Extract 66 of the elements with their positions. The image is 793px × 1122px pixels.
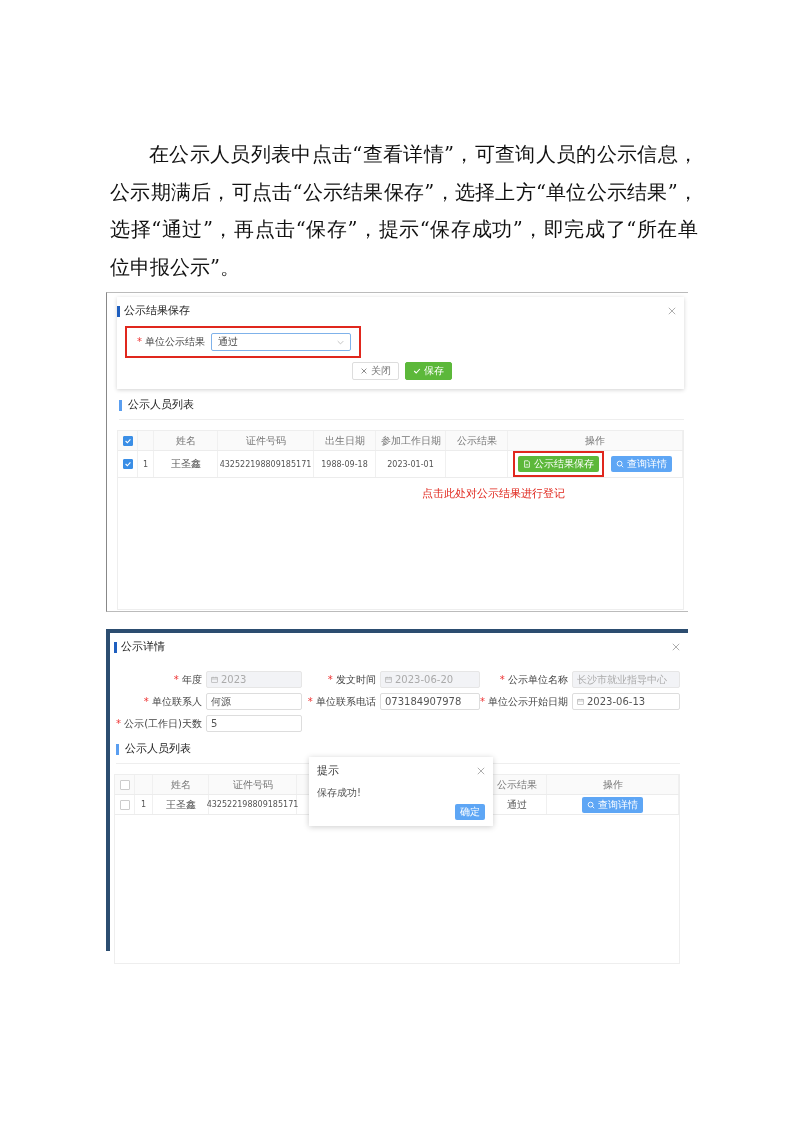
- checkbox[interactable]: [122, 459, 133, 469]
- close-icon[interactable]: [477, 766, 485, 775]
- close-button[interactable]: 关闭: [351, 362, 399, 380]
- calendar-icon: [577, 698, 584, 705]
- field-label: * 单位联系电话: [306, 694, 377, 709]
- column-header: 证件号码: [245, 433, 286, 448]
- section-title: 公示人员列表: [128, 398, 194, 412]
- table-cell: 王圣鑫: [165, 797, 196, 812]
- table-cell: 432522198809185171: [219, 459, 312, 469]
- section-bar-mark: [119, 399, 122, 411]
- input-field[interactable]: 073184907978: [380, 693, 480, 710]
- check-icon: [412, 367, 421, 375]
- table-cell: 通过: [506, 797, 527, 812]
- view-details-button[interactable]: 查询详情: [611, 456, 672, 472]
- caret-icon: [337, 339, 345, 345]
- message-title: 提示: [317, 763, 339, 778]
- table-cell: 1988-09-18: [321, 459, 368, 469]
- calendar-icon: [385, 676, 392, 683]
- checkbox[interactable]: [122, 435, 133, 446]
- title-bar-mark: [114, 641, 117, 653]
- field-label: * 年度: [172, 672, 203, 687]
- field-label: * 发文时间: [326, 672, 377, 687]
- dialog-title: 公示结果保存: [124, 304, 190, 318]
- date-field[interactable]: 2023-06-13: [572, 693, 680, 710]
- dialog-title: 公示详情: [121, 640, 165, 654]
- confirm-button[interactable]: 确定: [455, 804, 485, 820]
- section-title: 公示人员列表: [125, 742, 191, 756]
- column-header: 姓名: [170, 777, 191, 792]
- column-header: 参加工作日期: [380, 433, 441, 448]
- table-cell: 王圣鑫: [170, 457, 201, 471]
- column-header: 姓名: [175, 433, 196, 448]
- input-field[interactable]: 何源: [206, 693, 302, 710]
- search-icon: [587, 800, 595, 809]
- column-header: 出生日期: [324, 433, 365, 448]
- field-label: * 单位公示开始日期: [480, 694, 570, 709]
- calendar-icon: [211, 676, 218, 683]
- column-header: 公示结果: [496, 777, 537, 792]
- search-icon: [616, 460, 624, 468]
- checkbox[interactable]: [119, 779, 130, 790]
- field-label: * 公示单位名称: [498, 672, 569, 687]
- column-header: 证件号码: [232, 777, 273, 792]
- message-text: 保存成功!: [317, 786, 362, 800]
- input-field[interactable]: 5: [206, 715, 302, 732]
- save-button[interactable]: 保存: [404, 362, 452, 380]
- instruction-paragraph: 在公示人员列表中点击“查看详情”，可查询人员的公示信息，公示期满后，可点击“公示结果保存”，选择上方“单位公示结果”，选择“通过”，再点击“保存”，提示“保存成功”，即完成了“所在单位申报公示”。: [110, 142, 698, 281]
- section-bar-mark: [116, 743, 119, 755]
- column-header: 操作: [585, 433, 605, 448]
- document-icon: [523, 460, 531, 468]
- field-label: * 公示(工作日)天数: [115, 716, 203, 731]
- close-icon[interactable]: [668, 307, 676, 315]
- table-cell: 432522198809185171: [206, 800, 299, 809]
- close-icon: [359, 367, 368, 375]
- title-bar-mark: [117, 305, 120, 317]
- close-icon[interactable]: [672, 643, 680, 651]
- table-cell: 2023-01-01: [387, 459, 434, 469]
- view-details-button[interactable]: 查询详情: [582, 796, 643, 813]
- table-cell: 1: [140, 800, 147, 809]
- column-header: 公示结果: [456, 433, 497, 448]
- field-label: * 单位联系人: [142, 694, 203, 709]
- checkbox[interactable]: [119, 799, 130, 810]
- table-cell: 1: [142, 459, 149, 469]
- annotation-text: 点击此处对公示结果进行登记: [422, 486, 565, 501]
- save-result-button[interactable]: 公示结果保存: [518, 456, 599, 472]
- select-field[interactable]: 通过: [211, 333, 352, 351]
- field-label: * 单位公示结果: [137, 335, 206, 349]
- column-header: 操作: [602, 777, 623, 792]
